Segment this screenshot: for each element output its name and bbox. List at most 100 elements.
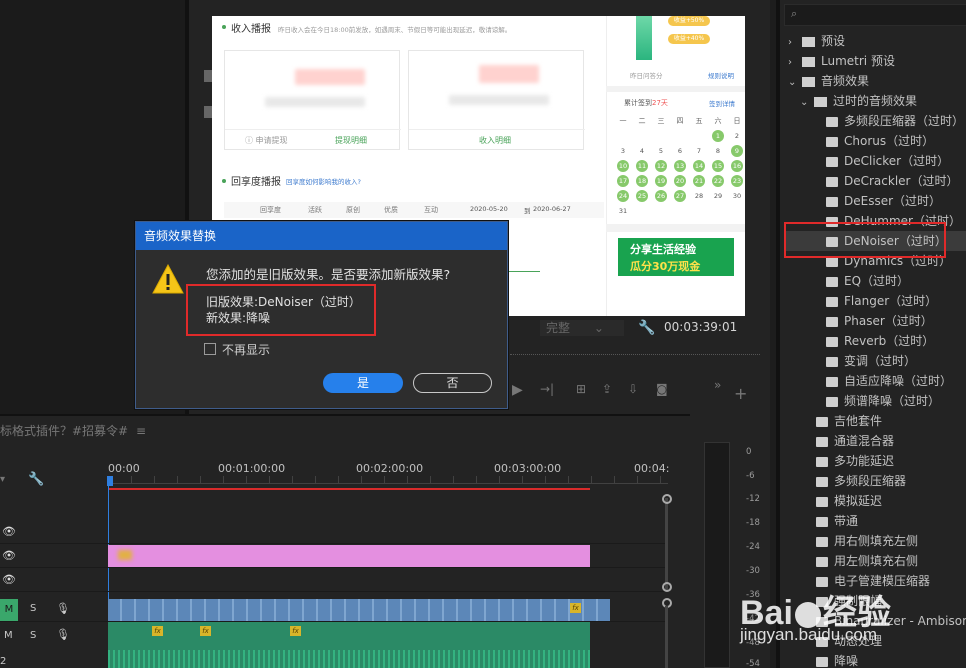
calendar-day: 25 (636, 190, 648, 202)
camera-icon[interactable]: ◙ (656, 382, 668, 396)
promo-banner[interactable]: 分享生活经验 瓜分30万现金 (618, 238, 734, 276)
effect-item[interactable]: 多频段压缩器（过时） (826, 111, 964, 131)
effect-item[interactable]: 模拟延迟 (816, 491, 882, 511)
audio-clip[interactable] (108, 599, 610, 621)
filter-item[interactable]: 原创 (346, 205, 360, 215)
withdraw-detail-link[interactable]: 提现明细 (335, 135, 367, 146)
effect-item[interactable]: 多功能延迟 (816, 451, 894, 471)
lift-icon[interactable]: ⇪ (602, 382, 612, 396)
add-button-icon[interactable]: + (734, 384, 747, 403)
video-clip[interactable] (108, 545, 590, 567)
filter-item[interactable]: 优质 (384, 205, 398, 215)
effect-label: 预设 (821, 34, 846, 48)
eye-icon[interactable]: 👁 (2, 525, 16, 538)
effect-item[interactable]: EQ（过时） (826, 271, 909, 291)
effects-search-input[interactable]: ⌕ (784, 4, 966, 26)
income-detail-link[interactable]: 收入明细 (479, 135, 511, 146)
withdraw-button[interactable]: ⓘ 申请提现 (245, 135, 288, 146)
wrench-icon[interactable]: 🔧 (638, 320, 655, 336)
yes-button[interactable]: 是 (323, 373, 403, 393)
search-icon: ⌕ (791, 7, 798, 20)
filter-item[interactable]: 互动 (424, 205, 438, 215)
microphone-icon[interactable]: 🎙 (56, 628, 70, 641)
fx-badge[interactable]: fx (152, 626, 163, 636)
chevron-down-icon[interactable]: ⌄ (788, 73, 798, 93)
date-from[interactable]: 2020-05-20 (470, 205, 508, 213)
eye-icon[interactable]: 👁 (2, 549, 16, 562)
video-scrollbar[interactable] (665, 498, 668, 590)
timecode[interactable]: 00:03:39:01 (664, 320, 737, 334)
effect-label: 通道混合器 (834, 434, 895, 448)
scroll-handle[interactable] (662, 582, 672, 592)
audio-scrollbar[interactable] (665, 606, 668, 668)
effect-label: 带通 (834, 514, 859, 528)
effects-folder[interactable]: ⌄ 过时的音频效果 (800, 91, 917, 111)
calendar-day: 28 (694, 192, 704, 200)
effects-folder[interactable]: › Lumetri 预设 (788, 51, 895, 71)
date-to[interactable]: 2020-06-27 (533, 205, 571, 213)
dont-show-checkbox[interactable] (204, 343, 216, 355)
effect-item[interactable]: DeCrackler（过时） (826, 171, 959, 191)
playhead-handle[interactable] (107, 476, 113, 486)
effect-item[interactable]: 带通 (816, 511, 858, 531)
chevron-down-icon[interactable]: ⌄ (800, 93, 810, 113)
no-button[interactable]: 否 (413, 373, 492, 393)
effect-item[interactable]: 用左侧填充右侧 (816, 551, 918, 571)
fx-badge[interactable]: fx (570, 603, 581, 613)
fx-badge[interactable]: fx (200, 626, 211, 636)
solo-button[interactable]: S (30, 630, 36, 641)
audio-effect-icon (816, 656, 828, 667)
effect-item[interactable]: DeClicker（过时） (826, 151, 949, 171)
effects-folder[interactable]: ⌄ 音频效果 (788, 71, 869, 91)
filter-item[interactable]: 回享度 (260, 205, 281, 215)
audio-effect-icon (826, 356, 838, 367)
fx-badge[interactable]: fx (290, 626, 301, 636)
microphone-icon[interactable]: 🎙 (56, 602, 70, 615)
audio-effect-replace-dialog: 音频效果替换 您添加的是旧版效果。是否要添加新版效果? 旧版效果:DeNoise… (135, 221, 508, 409)
folder-icon (802, 36, 815, 47)
checkin-link[interactable]: 签到详情 (709, 98, 735, 108)
rules-link[interactable]: 规则说明 (708, 70, 734, 80)
effects-folder[interactable]: › 预设 (788, 31, 845, 51)
work-area-bar[interactable] (108, 488, 590, 490)
overwrite-icon[interactable]: ⊞ (576, 382, 586, 396)
time-ruler[interactable] (108, 476, 668, 484)
effect-label: Flanger（过时） (844, 294, 938, 308)
audio-effect-icon (816, 436, 828, 447)
extract-icon[interactable]: ⇩ (628, 382, 638, 396)
effect-item[interactable]: 频谱降噪（过时） (826, 391, 940, 411)
effect-item[interactable]: DeEsser（过时） (826, 191, 941, 211)
effect-item[interactable]: 变调（过时） (826, 351, 916, 371)
calendar-day: 16 (731, 160, 743, 172)
mute-button[interactable]: M (0, 599, 18, 621)
sequence-tab[interactable]: 标格式插件？#招募令# ≡ (0, 422, 146, 439)
chevron-right-icon[interactable]: › (788, 33, 798, 53)
mini-ruler[interactable] (510, 354, 760, 355)
more-icon[interactable]: » (714, 378, 721, 392)
effect-item[interactable]: Chorus（过时） (826, 131, 934, 151)
filter-item[interactable]: 活跃 (308, 205, 322, 215)
chevron-right-icon[interactable]: › (788, 53, 798, 73)
eye-icon[interactable]: 👁 (2, 573, 16, 586)
fit-dropdown[interactable]: 完整 ⌄ (540, 320, 624, 336)
effects-panel: ⌕ › 预设 › Lumetri 预设 ⌄ 音频效果 ⌄ 过时的音频效果 多频段压缩器（过时） C… (776, 0, 966, 668)
snap-icon[interactable]: ▾ (0, 474, 5, 485)
effect-item[interactable]: 降噪 (816, 651, 858, 668)
solo-button[interactable]: S (30, 603, 36, 614)
step-forward-icon[interactable]: →| (540, 382, 554, 396)
recommend-link[interactable]: 回享度如何影响我的收入? (286, 176, 361, 186)
play-icon[interactable]: ▶ (512, 382, 523, 398)
effect-item[interactable]: 通道混合器 (816, 431, 894, 451)
calendar-day: 4 (639, 147, 645, 155)
effect-item[interactable]: 用右侧填充左侧 (816, 531, 918, 551)
wrench-icon[interactable]: 🔧 (28, 472, 44, 487)
scroll-handle[interactable] (662, 494, 672, 504)
effect-item[interactable]: 多频段压缩器 (816, 471, 906, 491)
effect-item[interactable]: Flanger（过时） (826, 291, 937, 311)
effect-item[interactable]: Reverb（过时） (826, 331, 934, 351)
meter-bar (704, 442, 730, 668)
effect-item[interactable]: 自适应降噪（过时） (826, 371, 952, 391)
effect-item[interactable]: 吉他套件 (816, 411, 882, 431)
mute-button[interactable]: M (4, 630, 13, 641)
effect-item[interactable]: Phaser（过时） (826, 311, 933, 331)
